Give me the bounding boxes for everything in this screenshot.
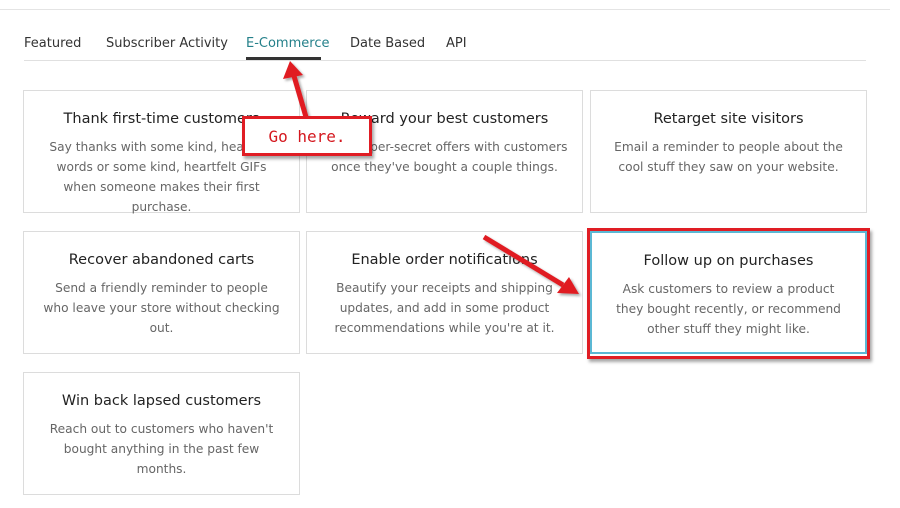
tab-api[interactable]: API [446,36,467,52]
card-description: Send a friendly reminder to people who l… [43,281,280,335]
card-description: Email a reminder to people about the coo… [614,140,843,174]
active-tab-indicator [246,57,321,60]
top-divider [0,9,890,10]
tab-date-based[interactable]: Date Based [350,36,425,52]
card-description: Reach out to customers who haven't bough… [49,422,274,476]
arrow-to-tab-head [283,61,303,79]
card-recover-abandoned-carts[interactable]: Recover abandoned carts Send a friendly … [23,231,300,354]
card-retarget-site-visitors[interactable]: Retarget site visitors Email a reminder … [590,90,867,213]
card-win-back-lapsed-customers[interactable]: Win back lapsed customers Reach out to c… [23,372,300,495]
tab-featured[interactable]: Featured [24,36,81,52]
tab-bar: Featured Subscriber Activity E-Commerce … [24,30,866,61]
card-title: Enable order notifications [351,252,538,268]
card-title: Win back lapsed customers [61,393,262,409]
callout-text: Go here. [268,126,346,146]
card-title: Recover abandoned carts [68,252,255,268]
tab-e-commerce[interactable]: E-Commerce [246,36,329,52]
card-title: Retarget site visitors [653,111,804,127]
card-description: Beautify your receipts and shipping upda… [334,281,555,335]
callout-box: Go here. [242,116,372,156]
card-enable-order-notifications[interactable]: Enable order notifications Beautify your… [306,231,583,354]
highlight-box [587,228,870,359]
tab-subscriber-activity[interactable]: Subscriber Activity [106,36,228,52]
